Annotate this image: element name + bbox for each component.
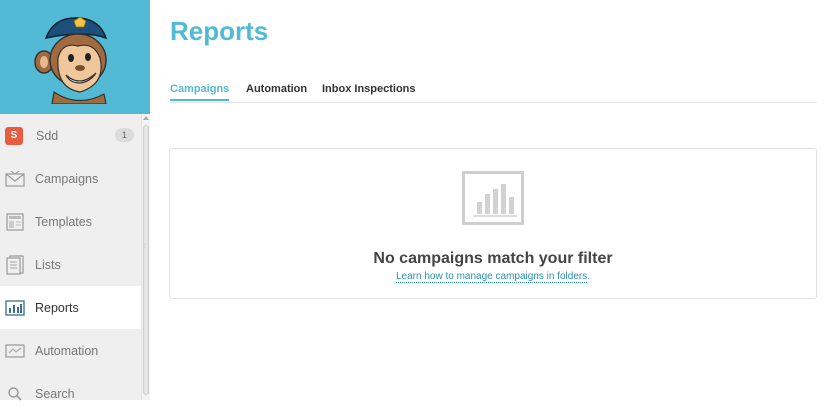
tab-campaigns[interactable]: Campaigns xyxy=(170,83,230,101)
envelope-icon xyxy=(4,168,26,190)
sidebar-item-reports[interactable]: Reports xyxy=(0,286,141,329)
resize-grip-icon[interactable]: · · · xyxy=(144,241,146,251)
tab-automation[interactable]: Automation xyxy=(246,83,307,99)
notification-count-badge: 1 xyxy=(114,128,134,142)
scrollbar-thumb[interactable] xyxy=(143,125,149,395)
template-icon xyxy=(4,211,26,233)
sidebar-item-campaigns[interactable]: Campaigns xyxy=(0,157,141,200)
user-avatar: S xyxy=(5,126,23,145)
help-link-suffix: . xyxy=(587,271,590,282)
sidebar-item-label: Search xyxy=(35,386,75,401)
empty-state-title: No campaigns match your filter xyxy=(373,250,613,267)
sidebar-item-label: Automation xyxy=(35,343,99,358)
sidebar-item-label: Reports xyxy=(35,300,79,315)
sidebar-item-search[interactable]: Search xyxy=(0,372,141,415)
sidebar-item-label: Lists xyxy=(35,257,61,272)
sidebar-item-label: Sdd xyxy=(36,128,59,143)
sidebar-item-label: Campaigns xyxy=(35,171,99,186)
sidebar-item-account[interactable]: S Sdd 1 xyxy=(0,114,141,157)
sidebar-item-label: Templates xyxy=(35,214,92,229)
report-tabs: Campaigns Automation Inbox Inspections xyxy=(170,82,817,103)
tab-inbox-inspections[interactable]: Inbox Inspections xyxy=(322,83,416,99)
search-icon xyxy=(4,383,26,405)
sidebar: S Sdd 1 Campaigns Templates Lists Report… xyxy=(0,0,150,401)
bar-chart-icon xyxy=(462,171,524,225)
empty-state-help: Learn how to manage campaigns in folders… xyxy=(170,271,816,283)
scroll-up-arrow-icon[interactable] xyxy=(143,116,149,120)
lists-icon xyxy=(4,254,26,276)
sidebar-item-automation[interactable]: Automation xyxy=(0,329,141,372)
sidebar-item-templates[interactable]: Templates xyxy=(0,200,141,243)
page-title: Reports xyxy=(170,16,269,46)
freddie-logo-icon xyxy=(34,16,108,104)
logo-area[interactable] xyxy=(0,0,150,114)
sidebar-nav: S Sdd 1 Campaigns Templates Lists Report… xyxy=(0,114,141,415)
automation-icon xyxy=(4,340,26,362)
help-link[interactable]: Learn how to manage campaigns in folders xyxy=(395,271,588,283)
bar-chart-icon xyxy=(4,297,26,319)
main-content: Reports Campaigns Automation Inbox Inspe… xyxy=(150,0,826,400)
sidebar-scrollbar[interactable] xyxy=(141,114,150,400)
sidebar-item-lists[interactable]: Lists xyxy=(0,243,141,286)
empty-state-panel: No campaigns match your filter Learn how… xyxy=(169,148,817,299)
